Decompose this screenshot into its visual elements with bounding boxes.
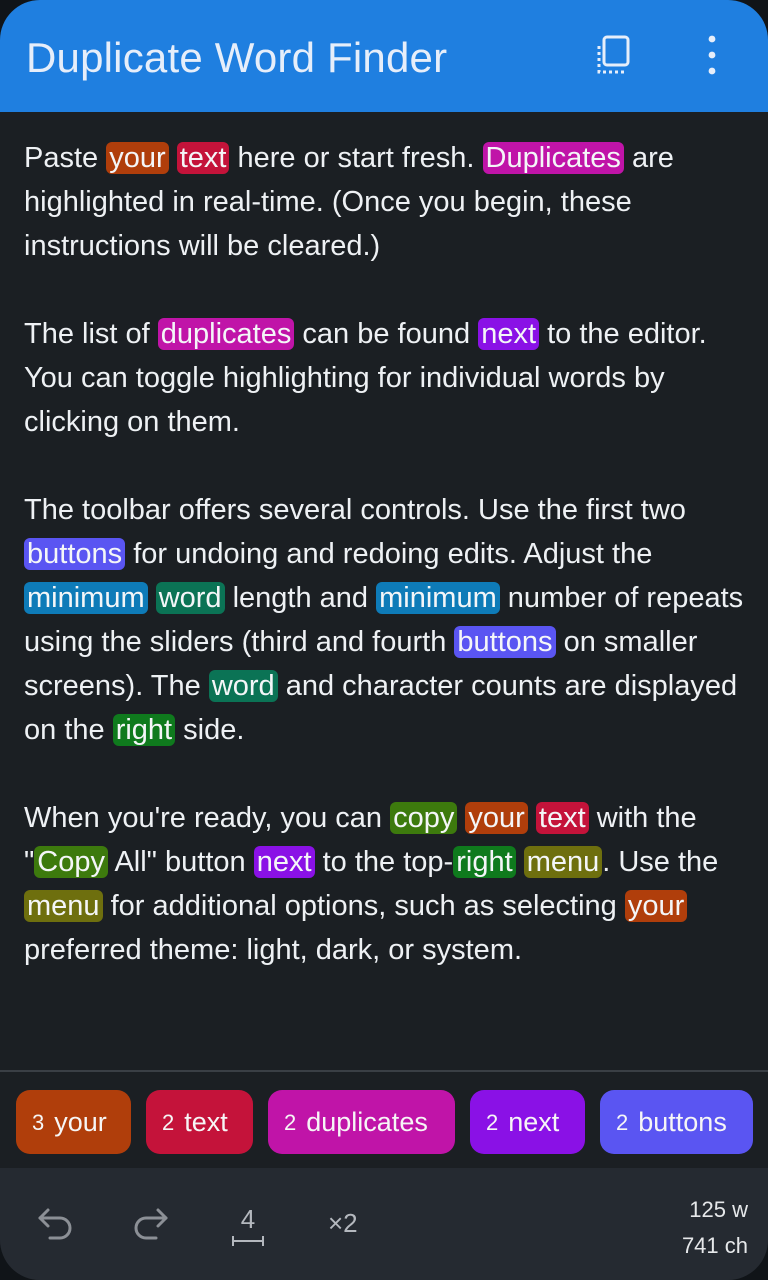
editor-text: . Use the: [602, 846, 719, 878]
copy-all-button[interactable]: [594, 34, 638, 78]
highlighted-word[interactable]: next: [253, 846, 315, 878]
highlighted-word[interactable]: minimum: [376, 582, 500, 614]
app-bar: Duplicate Word Finder: [0, 0, 768, 112]
redo-icon: [134, 1208, 168, 1240]
duplicate-chip-next[interactable]: 2 next: [470, 1090, 585, 1154]
text-editor[interactable]: Paste your text here or start fresh. Dup…: [24, 136, 744, 1056]
highlighted-word[interactable]: next: [478, 318, 540, 350]
editor-paragraph: When you're ready, you can copy your tex…: [24, 796, 744, 972]
editor-text: to the top-: [314, 846, 454, 878]
highlighted-word[interactable]: Copy: [34, 846, 108, 878]
highlighted-word[interactable]: buttons: [24, 538, 126, 570]
highlighted-word[interactable]: word: [155, 582, 225, 614]
copy-icon: [597, 35, 630, 74]
duplicate-chip-text[interactable]: 2 text: [146, 1090, 253, 1154]
duplicate-count: 2: [162, 1110, 175, 1135]
editor-text: length and: [224, 582, 377, 614]
undo-icon: [38, 1208, 72, 1240]
highlighted-word[interactable]: Duplicates: [482, 142, 624, 174]
highlighted-word[interactable]: copy: [390, 802, 458, 834]
overflow-menu-button[interactable]: [692, 32, 732, 78]
undo-button[interactable]: [36, 1202, 76, 1242]
highlighted-word[interactable]: duplicates: [157, 318, 295, 350]
duplicate-word: your: [54, 1107, 107, 1137]
duplicate-word: duplicates: [306, 1107, 428, 1137]
highlighted-word[interactable]: word: [208, 670, 278, 702]
highlighted-word[interactable]: your: [106, 142, 169, 174]
duplicate-chip-duplicates[interactable]: 2 duplicates: [268, 1090, 455, 1154]
editor-text: [148, 582, 156, 614]
editor-text: for additional options, such as selectin…: [102, 890, 625, 922]
highlighted-word[interactable]: menu: [523, 846, 603, 878]
editor-text: When you're ready, you can: [24, 802, 391, 834]
min-word-length-value: 4: [240, 1204, 256, 1234]
duplicate-count: 2: [284, 1110, 297, 1135]
editor-text: side.: [175, 714, 245, 746]
min-repeats-button[interactable]: ×2: [328, 1208, 358, 1239]
highlighted-word[interactable]: minimum: [24, 582, 148, 614]
duplicate-word: text: [184, 1107, 228, 1137]
editor-text: All" button: [108, 846, 254, 878]
editor-text: [528, 802, 536, 834]
editor-text: Paste: [24, 142, 107, 174]
editor-text: The list of: [24, 318, 158, 350]
duplicate-word: buttons: [638, 1107, 727, 1137]
highlighted-word[interactable]: buttons: [454, 626, 556, 658]
duplicate-chip-buttons[interactable]: 2 buttons: [600, 1090, 753, 1154]
app-window: Duplicate Word Finder Paste your text he…: [0, 0, 768, 1280]
duplicate-word: next: [508, 1107, 560, 1137]
counts-display: 125 w 741 ch: [682, 1192, 748, 1264]
highlighted-word[interactable]: text: [176, 142, 230, 174]
duplicates-list: 3 your 2 text 2 duplicates 2 next 2 buttons: [0, 1070, 768, 1170]
highlighted-word[interactable]: right: [453, 846, 516, 878]
editor-paragraph: The list of duplicates can be found next…: [24, 312, 744, 444]
editor-text: [516, 846, 524, 878]
duplicate-count: 2: [616, 1110, 629, 1135]
highlighted-word[interactable]: your: [465, 802, 528, 834]
duplicate-count: 3: [32, 1110, 45, 1135]
editor-paragraph: Paste your text here or start fresh. Dup…: [24, 136, 744, 268]
app-title: Duplicate Word Finder: [26, 34, 448, 81]
editor-text: preferred theme: light, dark, or system.: [24, 934, 523, 966]
highlighted-word[interactable]: your: [624, 890, 688, 922]
redo-button[interactable]: [130, 1202, 170, 1242]
length-ruler-icon: [232, 1236, 264, 1246]
editor-paragraph: The toolbar offers several controls. Use…: [24, 488, 744, 752]
editor-text: The toolbar offers several controls. Use…: [24, 494, 686, 526]
editor-text: [169, 142, 177, 174]
bottom-toolbar: 4 ×2 125 w 741 ch: [0, 1168, 768, 1280]
duplicate-count: 2: [486, 1110, 499, 1135]
highlighted-word[interactable]: text: [535, 802, 589, 834]
editor-text: here or start fresh.: [229, 142, 483, 174]
highlighted-word[interactable]: menu: [24, 890, 103, 922]
character-count: 741 ch: [681, 1233, 748, 1258]
editor-text: can be found: [294, 318, 479, 350]
highlighted-word[interactable]: right: [112, 714, 176, 746]
word-count: 125 w: [689, 1197, 748, 1222]
min-word-length-button[interactable]: 4: [226, 1204, 270, 1248]
more-vert-icon: [708, 35, 716, 75]
duplicate-chip-your[interactable]: 3 your: [16, 1090, 131, 1154]
editor-text: for undoing and redoing edits. Adjust th…: [125, 538, 653, 570]
